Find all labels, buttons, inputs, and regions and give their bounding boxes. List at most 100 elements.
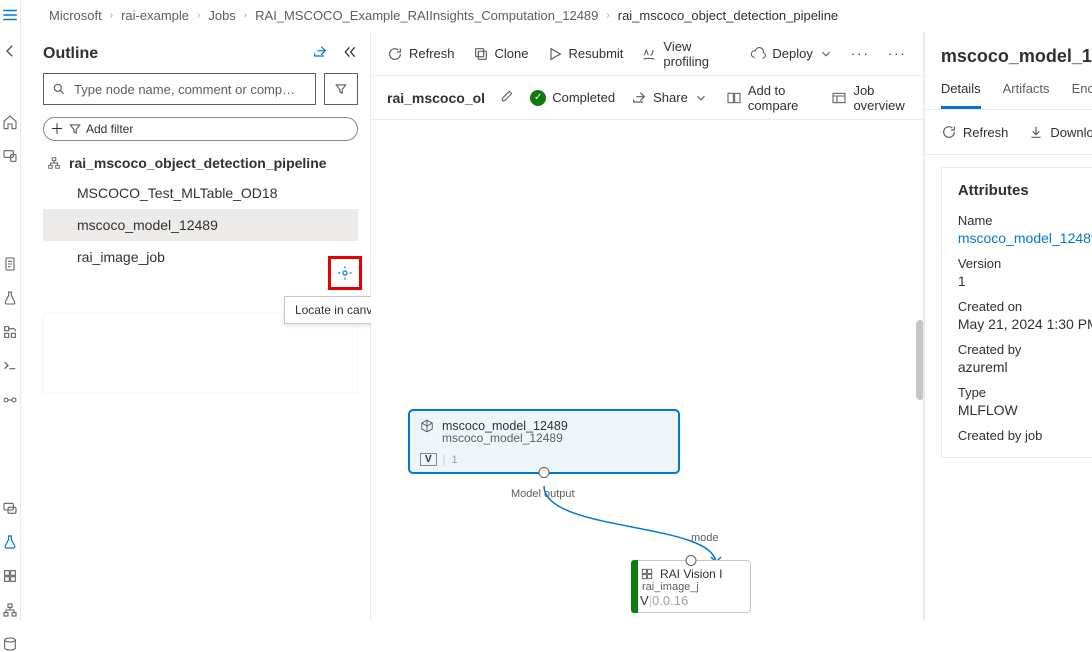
- clone-button[interactable]: Clone: [473, 46, 529, 62]
- output-port[interactable]: [539, 467, 550, 478]
- canvas-node-model[interactable]: mscoco_model_12489 mscoco_model_12489 V|…: [409, 410, 679, 473]
- details-body: Attributes Name mscoco_model_12489 Versi…: [925, 155, 1092, 620]
- chevron-down-icon: [694, 91, 708, 105]
- details-title: mscoco_model_12489: [941, 46, 1092, 67]
- edge-label: mode: [691, 532, 719, 544]
- attributes-heading: Attributes: [958, 182, 1092, 199]
- flow-icon[interactable]: [0, 602, 20, 618]
- tree-root-label: rai_mscoco_object_detection_pipeline: [69, 155, 327, 171]
- tree-item-1[interactable]: mscoco_model_12489: [43, 209, 358, 241]
- center-region: Refresh Clone Resubmit View profiling De…: [371, 32, 924, 620]
- details-refresh-button[interactable]: Refresh: [941, 124, 1009, 140]
- status-bar: [631, 560, 638, 613]
- version-badge: V: [420, 453, 437, 466]
- share-arrow-icon[interactable]: [312, 44, 328, 63]
- home-icon[interactable]: [0, 114, 20, 130]
- crumb-3[interactable]: RAI_MSCOCO_Example_RAIInsights_Computati…: [255, 8, 598, 23]
- panel-more-button[interactable]: ···: [888, 46, 907, 61]
- outline-panel: Outline ＋ Add filter: [21, 32, 371, 620]
- chevron-right-icon: ›: [242, 10, 249, 21]
- status-badge: ✓Completed: [530, 90, 615, 106]
- add-filter-label: Add filter: [86, 122, 133, 136]
- chevron-right-icon: ›: [604, 10, 611, 21]
- chevron-right-icon: ›: [195, 10, 202, 21]
- terminal-icon[interactable]: [0, 358, 20, 374]
- attributes-card: Attributes Name mscoco_model_12489 Versi…: [941, 167, 1092, 458]
- details-tabs: Details Artifacts Endpoints ···: [925, 67, 1092, 110]
- input-port[interactable]: [686, 555, 697, 566]
- cube-icon: [420, 419, 434, 433]
- edit-icon[interactable]: [500, 89, 514, 106]
- breadcrumb: Microsoft › rai-example › Jobs › RAI_MSCOCO…: [21, 0, 1092, 32]
- tab-artifacts[interactable]: Artifacts: [1003, 81, 1050, 109]
- collapse-icon[interactable]: [342, 44, 358, 63]
- crumb-2[interactable]: Jobs: [208, 8, 235, 23]
- crumb-1[interactable]: rai-example: [121, 8, 189, 23]
- devices-icon[interactable]: [0, 148, 20, 164]
- grid-icon: [640, 567, 654, 581]
- port-label: Model output: [511, 488, 575, 500]
- back-icon[interactable]: [0, 42, 20, 60]
- tree-item-2[interactable]: rai_image_job: [43, 241, 358, 273]
- flask-run-icon[interactable]: [0, 290, 20, 306]
- canvas-node-rai[interactable]: RAI Vision I rai_image_j V|0.0.16: [631, 560, 751, 613]
- locate-in-canvas-button[interactable]: [328, 256, 362, 290]
- chevron-down-icon: [819, 47, 833, 61]
- canvas[interactable]: mscoco_model_12489 mscoco_model_12489 V|…: [371, 120, 923, 620]
- search-input[interactable]: [74, 82, 307, 97]
- share-button[interactable]: Share: [631, 90, 708, 106]
- resubmit-button[interactable]: Resubmit: [547, 46, 624, 62]
- job-title: rai_mscoco_obje: [387, 90, 484, 106]
- attr-type-label: Type: [958, 385, 1092, 400]
- crumb-0[interactable]: Microsoft: [49, 8, 102, 23]
- details-panel: mscoco_model_12489 Details Artifacts End…: [924, 32, 1092, 620]
- add-filter-button[interactable]: ＋ Add filter: [43, 117, 358, 141]
- grid-icon[interactable]: [0, 568, 20, 584]
- crumb-current: rai_mscoco_object_detection_pipeline: [618, 8, 838, 23]
- filter-icon-button[interactable]: [324, 73, 358, 105]
- refresh-button[interactable]: Refresh: [387, 46, 455, 62]
- info-card: [43, 313, 358, 393]
- tab-details[interactable]: Details: [941, 81, 981, 109]
- job-subbar: rai_mscoco_obje ✓Completed Share Add to …: [371, 76, 923, 120]
- attr-createdby-value: azureml: [958, 359, 1092, 375]
- attr-created-value: May 21, 2024 1:30 PM: [958, 316, 1092, 332]
- canvas-scrollbar[interactable]: [916, 320, 923, 400]
- connector-icon[interactable]: [0, 392, 20, 408]
- add-to-compare-button[interactable]: Add to compare: [726, 83, 814, 113]
- attr-created-label: Created on: [958, 299, 1092, 314]
- job-toolbar: Refresh Clone Resubmit View profiling De…: [371, 32, 923, 76]
- flask-icon[interactable]: [0, 534, 20, 550]
- attr-name-label: Name: [958, 213, 1092, 228]
- outline-title: Outline: [43, 45, 98, 63]
- attr-name-value[interactable]: mscoco_model_12489: [958, 230, 1092, 246]
- search-icon: [52, 82, 66, 96]
- tree-root[interactable]: rai_mscoco_object_detection_pipeline: [43, 149, 358, 177]
- download-all-button[interactable]: Download all: [1028, 124, 1092, 140]
- tab-endpoints[interactable]: Endpoints: [1072, 81, 1092, 109]
- attr-version-value: 1: [958, 273, 1092, 289]
- chat-icon[interactable]: [0, 500, 20, 516]
- menu-icon[interactable]: [0, 6, 20, 24]
- search-input-wrapper[interactable]: [43, 73, 316, 105]
- locate-icon: [337, 265, 353, 281]
- view-profiling-button[interactable]: View profiling: [641, 39, 732, 69]
- pipeline-root-icon: [47, 156, 61, 170]
- filter-icon: [68, 122, 82, 136]
- version-badge: V: [640, 593, 649, 608]
- attr-createdbyjob-label: Created by job: [958, 428, 1092, 443]
- nav-rail: [0, 0, 21, 620]
- db-icon[interactable]: [0, 636, 20, 652]
- tree-item-0[interactable]: MSCOCO_Test_MLTable_OD18: [43, 177, 358, 209]
- details-toolbar: Refresh Download all: [925, 110, 1092, 155]
- more-button[interactable]: ···: [851, 46, 870, 61]
- check-icon: ✓: [530, 90, 546, 106]
- attr-type-value: MLFLOW: [958, 402, 1092, 418]
- attr-version-label: Version: [958, 256, 1092, 271]
- attr-createdby-label: Created by: [958, 342, 1092, 357]
- pipeline-icon[interactable]: [0, 324, 20, 340]
- job-overview-button[interactable]: Job overview: [831, 83, 906, 113]
- doc-icon[interactable]: [0, 256, 20, 272]
- chevron-right-icon: ›: [108, 10, 115, 21]
- deploy-button[interactable]: Deploy: [750, 46, 832, 62]
